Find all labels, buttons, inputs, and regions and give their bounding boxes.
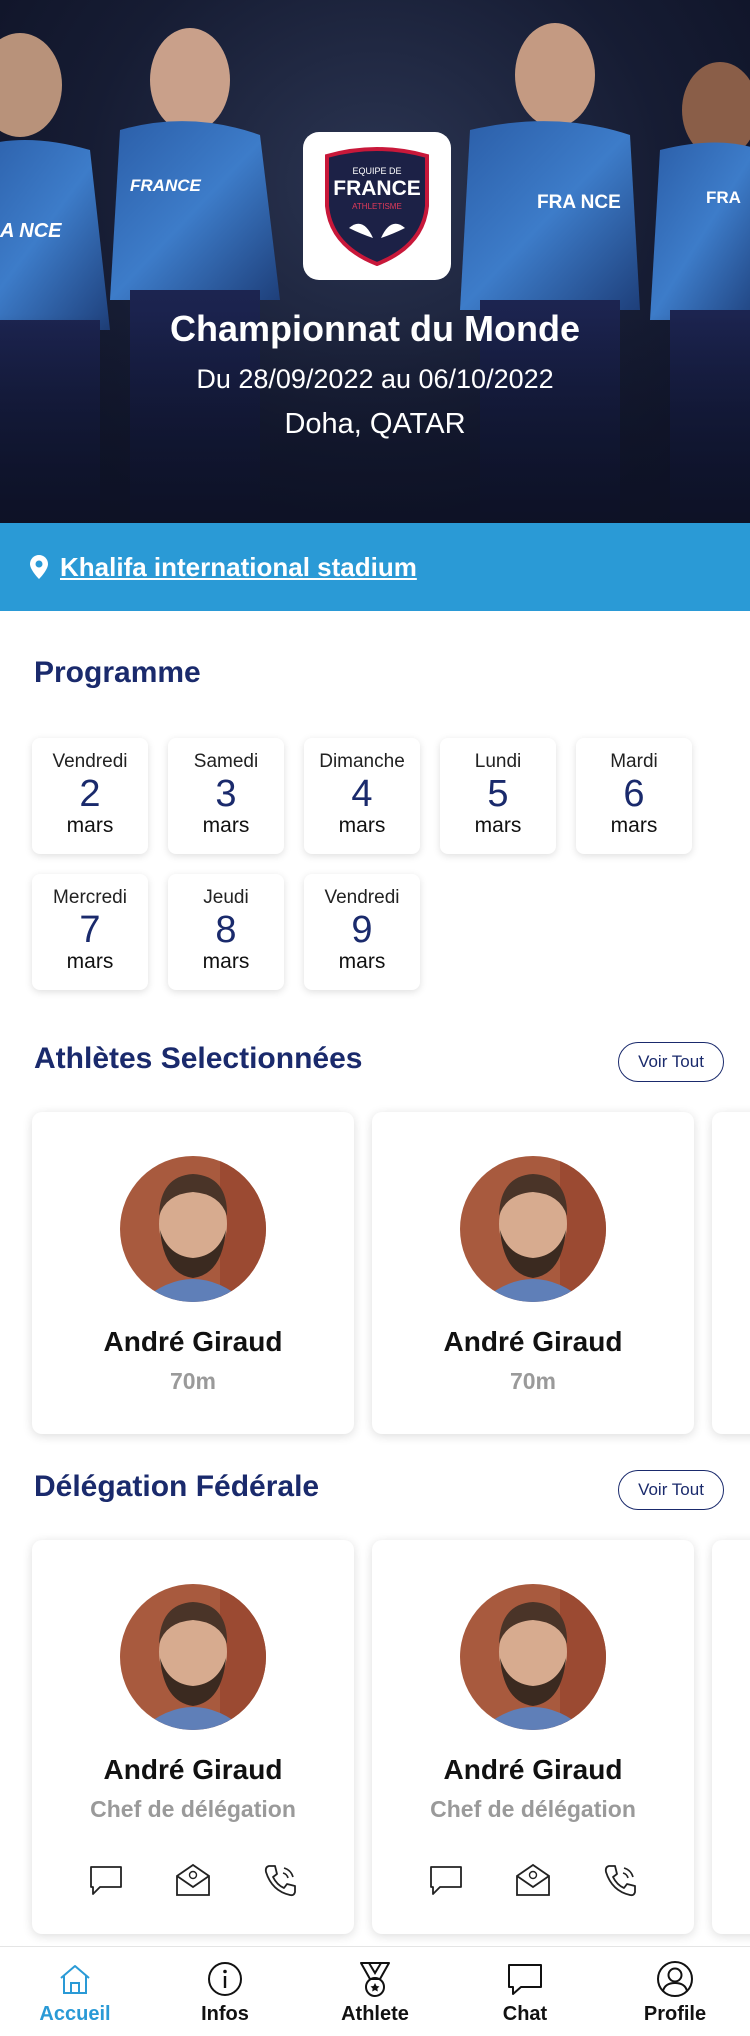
contact-actions <box>32 1860 354 1900</box>
day-month: mars <box>202 814 250 837</box>
user-icon <box>655 1959 695 1999</box>
event-location: Doha, QATAR <box>284 408 466 440</box>
nav-label: Athlete <box>341 2003 409 2025</box>
day-name: Mercredi <box>53 887 127 908</box>
day-month: mars <box>338 814 386 837</box>
shirt-text: A NCE <box>0 220 62 242</box>
medal-icon <box>355 1959 395 1999</box>
hero-banner: A NCE FRANCE FRA NCE FRA EQUIPE DE FRANC… <box>0 0 750 523</box>
athlete-card[interactable]: André Giraud 70m <box>372 1112 694 1434</box>
bottom-navigation: Accueil Infos Athlete Chat Profile <box>0 1946 750 2036</box>
delegation-card-peek[interactable] <box>712 1540 750 1934</box>
day-name: Vendredi <box>52 751 128 772</box>
nav-athlete[interactable]: Athlete <box>300 1947 450 2036</box>
nav-accueil[interactable]: Accueil <box>0 1947 150 2036</box>
nav-label: Profile <box>643 2003 707 2025</box>
day-date: 9 <box>351 909 373 951</box>
day-name: Vendredi <box>324 887 400 908</box>
contact-actions <box>372 1860 694 1900</box>
logo-text-sub: ATHLETISME <box>352 202 402 211</box>
programme-title: Programme <box>34 656 201 689</box>
avatar <box>460 1156 606 1302</box>
delegate-name: André Giraud <box>103 1754 283 1785</box>
delegation-see-all-button[interactable]: Voir Tout <box>618 1470 724 1510</box>
programme-day[interactable]: Mardi 6 mars <box>576 738 692 854</box>
shirt-text: FRA NCE <box>537 192 621 213</box>
info-icon <box>205 1959 245 1999</box>
programme-day[interactable]: Lundi 5 mars <box>440 738 556 854</box>
day-name: Dimanche <box>319 751 405 772</box>
day-month: mars <box>202 950 250 973</box>
athlete-detail: 70m <box>509 1368 557 1394</box>
programme-day[interactable]: Dimanche 4 mars <box>304 738 420 854</box>
day-month: mars <box>474 814 522 837</box>
programme-day[interactable]: Samedi 3 mars <box>168 738 284 854</box>
delegate-role: Chef de délégation <box>430 1796 636 1822</box>
programme-day[interactable]: Jeudi 8 mars <box>168 874 284 990</box>
event-title: Championnat du Monde <box>170 308 580 349</box>
day-date: 7 <box>79 909 101 951</box>
day-date: 3 <box>215 773 237 815</box>
venue-bar: Khalifa international stadium <box>0 523 750 611</box>
nav-label: Infos <box>201 2003 249 2025</box>
athlete-name: André Giraud <box>443 1326 623 1357</box>
chat-icon <box>505 1959 545 1999</box>
phone-icon[interactable] <box>600 1860 640 1900</box>
home-icon <box>55 1959 95 1999</box>
athletes-see-all-button[interactable]: Voir Tout <box>618 1042 724 1082</box>
nav-infos[interactable]: Infos <box>150 1947 300 2036</box>
logo-text-main: FRANCE <box>333 177 421 200</box>
logo-text-top: EQUIPE DE <box>352 166 402 176</box>
programme-day[interactable]: Mercredi 7 mars <box>32 874 148 990</box>
avatar <box>460 1584 606 1730</box>
day-date: 2 <box>79 773 101 815</box>
nav-profile[interactable]: Profile <box>600 1947 750 2036</box>
event-dates: Du 28/09/2022 au 06/10/2022 <box>196 364 554 394</box>
chat-bubble-icon[interactable] <box>86 1860 126 1900</box>
athlete-card[interactable]: André Giraud 70m <box>32 1112 354 1434</box>
athlete-detail: 70m <box>169 1368 217 1394</box>
delegation-card[interactable]: André Giraud Chef de délégation <box>372 1540 694 1934</box>
nav-label: Accueil <box>39 2003 111 2025</box>
day-month: mars <box>66 814 114 837</box>
day-name: Samedi <box>193 751 259 772</box>
nav-chat[interactable]: Chat <box>450 1947 600 2036</box>
mail-icon[interactable] <box>513 1860 553 1900</box>
delegation-card[interactable]: André Giraud Chef de délégation <box>32 1540 354 1934</box>
delegate-name: André Giraud <box>443 1754 623 1785</box>
avatar <box>120 1156 266 1302</box>
programme-day[interactable]: Vendredi 9 mars <box>304 874 420 990</box>
venue-link[interactable]: Khalifa international stadium <box>60 552 417 583</box>
day-month: mars <box>338 950 386 973</box>
shirt-text: FRA <box>706 188 741 207</box>
avatar <box>120 1584 266 1730</box>
day-date: 8 <box>215 909 237 951</box>
athletes-title: Athlètes Selectionnées <box>34 1042 363 1075</box>
day-name: Jeudi <box>203 887 249 908</box>
delegation-title: Délégation Fédérale <box>34 1470 320 1503</box>
chat-bubble-icon[interactable] <box>426 1860 466 1900</box>
day-date: 6 <box>623 773 645 815</box>
phone-icon[interactable] <box>260 1860 300 1900</box>
nav-label: Chat <box>502 2003 548 2025</box>
location-pin-icon <box>30 555 48 579</box>
programme-day[interactable]: Vendredi 2 mars <box>32 738 148 854</box>
delegate-role: Chef de délégation <box>90 1796 296 1822</box>
day-date: 4 <box>351 773 373 815</box>
athlete-name: André Giraud <box>103 1326 283 1357</box>
event-logo: EQUIPE DE FRANCE ATHLETISME <box>303 132 451 280</box>
mail-icon[interactable] <box>173 1860 213 1900</box>
day-month: mars <box>610 814 658 837</box>
day-month: mars <box>66 950 114 973</box>
day-date: 5 <box>487 773 509 815</box>
day-name: Mardi <box>610 751 658 772</box>
athlete-card-peek[interactable] <box>712 1112 750 1434</box>
day-name: Lundi <box>474 751 522 772</box>
shirt-text: FRANCE <box>130 176 201 195</box>
